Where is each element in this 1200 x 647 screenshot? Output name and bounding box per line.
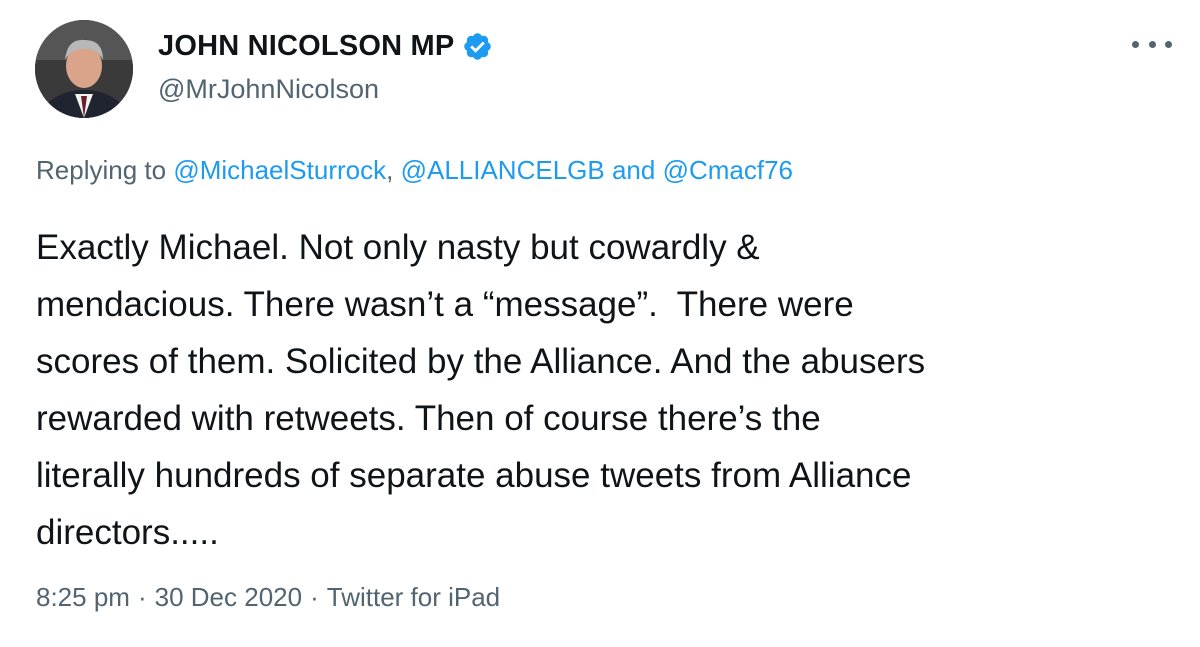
reply-conjunction[interactable]: and: [612, 155, 655, 185]
avatar[interactable]: [35, 20, 133, 118]
tweet-line: scores of them. Solicited by the Allianc…: [36, 342, 926, 381]
tweet-line: directors.....: [36, 513, 219, 552]
mention-alliancelgb[interactable]: @ALLIANCELGB: [401, 155, 605, 185]
tweet-card: JOHN NICOLSON MP @MrJohnNicolson Replyin…: [0, 0, 1200, 647]
author-display-name[interactable]: JOHN NICOLSON MP: [158, 30, 493, 63]
replying-prefix: Replying to: [36, 155, 167, 185]
more-dot: [1148, 40, 1156, 48]
tweet-date[interactable]: 30 Dec 2020: [155, 582, 302, 612]
tweet-metadata: 8:25 pm · 30 Dec 2020 · Twitter for iPad: [36, 582, 500, 613]
display-name-text: JOHN NICOLSON MP: [158, 30, 455, 62]
more-dot: [1165, 40, 1172, 48]
mention-michaelsturrock[interactable]: @MichaelSturrock: [173, 155, 386, 185]
tweet-time[interactable]: 8:25 pm: [36, 582, 130, 612]
more-dot: [1132, 40, 1139, 48]
author-handle[interactable]: @MrJohnNicolson: [158, 74, 379, 105]
verified-badge-icon: [464, 33, 492, 60]
tweet-text: Exactly Michael. Not only nasty but cowa…: [36, 219, 1176, 561]
reply-context: Replying to @MichaelSturrock, @ALLIANCEL…: [36, 155, 793, 186]
meta-separator: ·: [310, 582, 319, 612]
avatar-image: [35, 20, 133, 118]
tweet-line: rewarded with retweets. Then of course t…: [36, 399, 821, 438]
tweet-line: Exactly Michael. Not only nasty but cowa…: [36, 228, 760, 267]
tweet-line: literally hundreds of separate abuse twe…: [36, 456, 912, 495]
more-options-icon[interactable]: [1132, 34, 1172, 54]
meta-separator: ·: [137, 582, 147, 612]
reply-comma: ,: [386, 155, 394, 185]
mention-cmacf76[interactable]: @Cmacf76: [663, 155, 793, 185]
tweet-source[interactable]: Twitter for iPad: [327, 582, 500, 612]
tweet-line: mendacious. There wasn’t a “message”. Th…: [36, 285, 854, 324]
